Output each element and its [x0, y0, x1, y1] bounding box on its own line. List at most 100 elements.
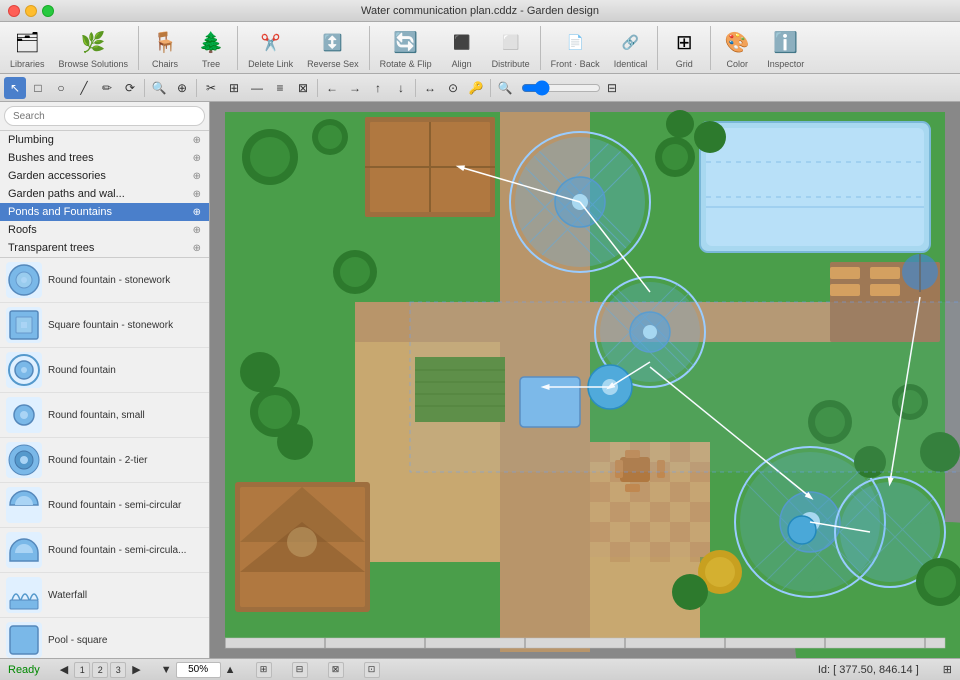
toolbar-color[interactable]: 🎨 Color	[715, 25, 759, 71]
inspector-icon: ℹ️	[770, 27, 802, 59]
category-garden-accessories[interactable]: Garden accessories ⊕	[0, 167, 209, 185]
page-view-4[interactable]: ⊡	[364, 662, 380, 678]
pen-tool[interactable]: ✏	[96, 77, 118, 99]
toolbar-distribute[interactable]: ⬜ Distribute	[486, 25, 536, 71]
library-item-round-fountain-stonework[interactable]: Round fountain - stonework	[0, 258, 209, 303]
toolbar: 🗂 Libraries 🌿 Browse Solutions 🪑 Chairs …	[0, 22, 960, 74]
canvas-area[interactable]	[210, 102, 960, 658]
library-item-list: Round fountain - stonework Square founta…	[0, 258, 209, 658]
measure-tool[interactable]: ↔	[419, 77, 441, 99]
toolbar-rotate-flip[interactable]: 🔄 Rotate & Flip	[374, 25, 438, 71]
toolbar-grid[interactable]: ⊞ Grid	[662, 25, 706, 71]
toolbar-libraries[interactable]: 🗂 Libraries	[4, 25, 51, 71]
reverse-sex-icon: ↕️	[317, 27, 349, 59]
rotate-tool[interactable]: ⟳	[119, 77, 141, 99]
key-tool[interactable]: 🔑	[465, 77, 487, 99]
tool-separator-1	[144, 79, 145, 97]
minimize-button[interactable]	[25, 5, 37, 17]
toolbar-identical[interactable]: 🔗 Identical	[608, 25, 654, 71]
line-tool[interactable]: ╱	[73, 77, 95, 99]
toolbar-separator-2	[237, 26, 238, 70]
grid-tool[interactable]: ⊞	[223, 77, 245, 99]
page-2-btn[interactable]: 2	[92, 662, 108, 678]
page-3-btn[interactable]: 3	[110, 662, 126, 678]
toolbar-delete-link[interactable]: ✂️ Delete Link	[242, 25, 299, 71]
zoom-in-tool[interactable]: ⊕	[171, 77, 193, 99]
table-tool[interactable]: ⊠	[292, 77, 314, 99]
sidebar-search-area	[0, 102, 209, 131]
library-item-round-fountain[interactable]: Round fountain	[0, 348, 209, 393]
library-item-round-fountain-2tier[interactable]: Round fountain - 2-tier	[0, 438, 209, 483]
lib-label-round-fountain-stonework: Round fountain - stonework	[48, 275, 170, 286]
zoom-plus-icon[interactable]: ▲	[225, 664, 236, 676]
chairs-icon: 🪑	[149, 27, 181, 59]
rect-tool[interactable]: □	[27, 77, 49, 99]
category-garden-paths[interactable]: Garden paths and wal... ⊕	[0, 185, 209, 203]
page-1-btn[interactable]: 1	[74, 662, 90, 678]
page-view-3[interactable]: ⊠	[328, 662, 344, 678]
category-roofs[interactable]: Roofs ⊕	[0, 221, 209, 239]
toolbar-align[interactable]: ⬛ Align	[440, 25, 484, 71]
arrow-up-tool[interactable]: ↑	[367, 77, 389, 99]
tree-icon: 🌲	[195, 27, 227, 59]
grid-icon: ⊞	[668, 27, 700, 59]
toolbar-front-back[interactable]: 📄 Front · Back	[545, 25, 606, 71]
library-item-round-fountain-semi2[interactable]: Round fountain - semi-circula...	[0, 528, 209, 573]
library-item-pool-square[interactable]: Pool - square	[0, 618, 209, 658]
toolbar-reverse-sex[interactable]: ↕️ Reverse Sex	[301, 25, 365, 71]
tool-separator-2	[196, 79, 197, 97]
zoom-input[interactable]: 50%	[176, 662, 221, 678]
zoom-minus-icon[interactable]: ▼	[161, 664, 172, 676]
front-back-icon: 📄	[559, 27, 591, 59]
category-list: Plumbing ⊕ Bushes and trees ⊕ Garden acc…	[0, 131, 209, 258]
arrow-left-tool[interactable]: ←	[321, 77, 343, 99]
lib-label-round-fountain-2tier: Round fountain - 2-tier	[48, 455, 148, 466]
category-bushes-trees[interactable]: Bushes and trees ⊕	[0, 149, 209, 167]
lib-icon-round-fountain	[6, 352, 42, 388]
toolbar-browse-solutions[interactable]: 🌿 Browse Solutions	[53, 25, 135, 71]
search-input[interactable]	[4, 106, 205, 126]
inspector-label: Inspector	[767, 59, 804, 69]
page-view-2[interactable]: ⊟	[292, 662, 308, 678]
zoom-out-tool[interactable]: 🔍	[494, 77, 516, 99]
color-label: Color	[726, 59, 748, 69]
category-garden-paths-arrow: ⊕	[193, 189, 201, 200]
toolbar-chairs[interactable]: 🪑 Chairs	[143, 25, 187, 71]
chairs-label: Chairs	[152, 59, 178, 69]
align-icon: ⬛	[446, 27, 478, 59]
category-transparent-trees-arrow: ⊕	[193, 243, 201, 254]
toolbar-separator-4	[540, 26, 541, 70]
toolbar-separator-1	[138, 26, 139, 70]
lib-icon-waterfall	[6, 577, 42, 613]
library-item-waterfall[interactable]: Waterfall	[0, 573, 209, 618]
page-view-1[interactable]: ⊞	[256, 662, 272, 678]
circle-tool[interactable]: ⊙	[442, 77, 464, 99]
library-item-round-fountain-semi[interactable]: Round fountain - semi-circular	[0, 483, 209, 528]
cut-tool[interactable]: ✂	[200, 77, 222, 99]
toolbar-inspector[interactable]: ℹ️ Inspector	[761, 25, 810, 71]
zoom-fit-tool[interactable]: ⊟	[601, 77, 623, 99]
zoom-slider[interactable]	[521, 80, 601, 96]
minus-tool[interactable]: —	[246, 77, 268, 99]
list-tool[interactable]: ≡	[269, 77, 291, 99]
toolbar-separator-5	[657, 26, 658, 70]
library-item-square-fountain-stonework[interactable]: Square fountain - stonework	[0, 303, 209, 348]
category-ponds-fountains-label: Ponds and Fountains	[8, 206, 112, 218]
category-plumbing[interactable]: Plumbing ⊕	[0, 131, 209, 149]
category-ponds-fountains[interactable]: Ponds and Fountains ⊕	[0, 203, 209, 221]
sidebar: Plumbing ⊕ Bushes and trees ⊕ Garden acc…	[0, 102, 210, 658]
close-button[interactable]	[8, 5, 20, 17]
arrow-down-tool[interactable]: ↓	[390, 77, 412, 99]
category-transparent-trees[interactable]: Transparent trees ⊕	[0, 239, 209, 257]
tool-separator-3	[317, 79, 318, 97]
library-item-round-fountain-small[interactable]: Round fountain, small	[0, 393, 209, 438]
lib-icon-round-fountain-stonework	[6, 262, 42, 298]
arrow-right-tool[interactable]: →	[344, 77, 366, 99]
lib-icon-square-fountain-stonework	[6, 307, 42, 343]
maximize-button[interactable]	[42, 5, 54, 17]
select-tool[interactable]: ↖	[4, 77, 26, 99]
toolbar-tree[interactable]: 🌲 Tree	[189, 25, 233, 71]
ellipse-tool[interactable]: ○	[50, 77, 72, 99]
distribute-icon: ⬜	[495, 27, 527, 59]
zoom-tool[interactable]: 🔍	[148, 77, 170, 99]
